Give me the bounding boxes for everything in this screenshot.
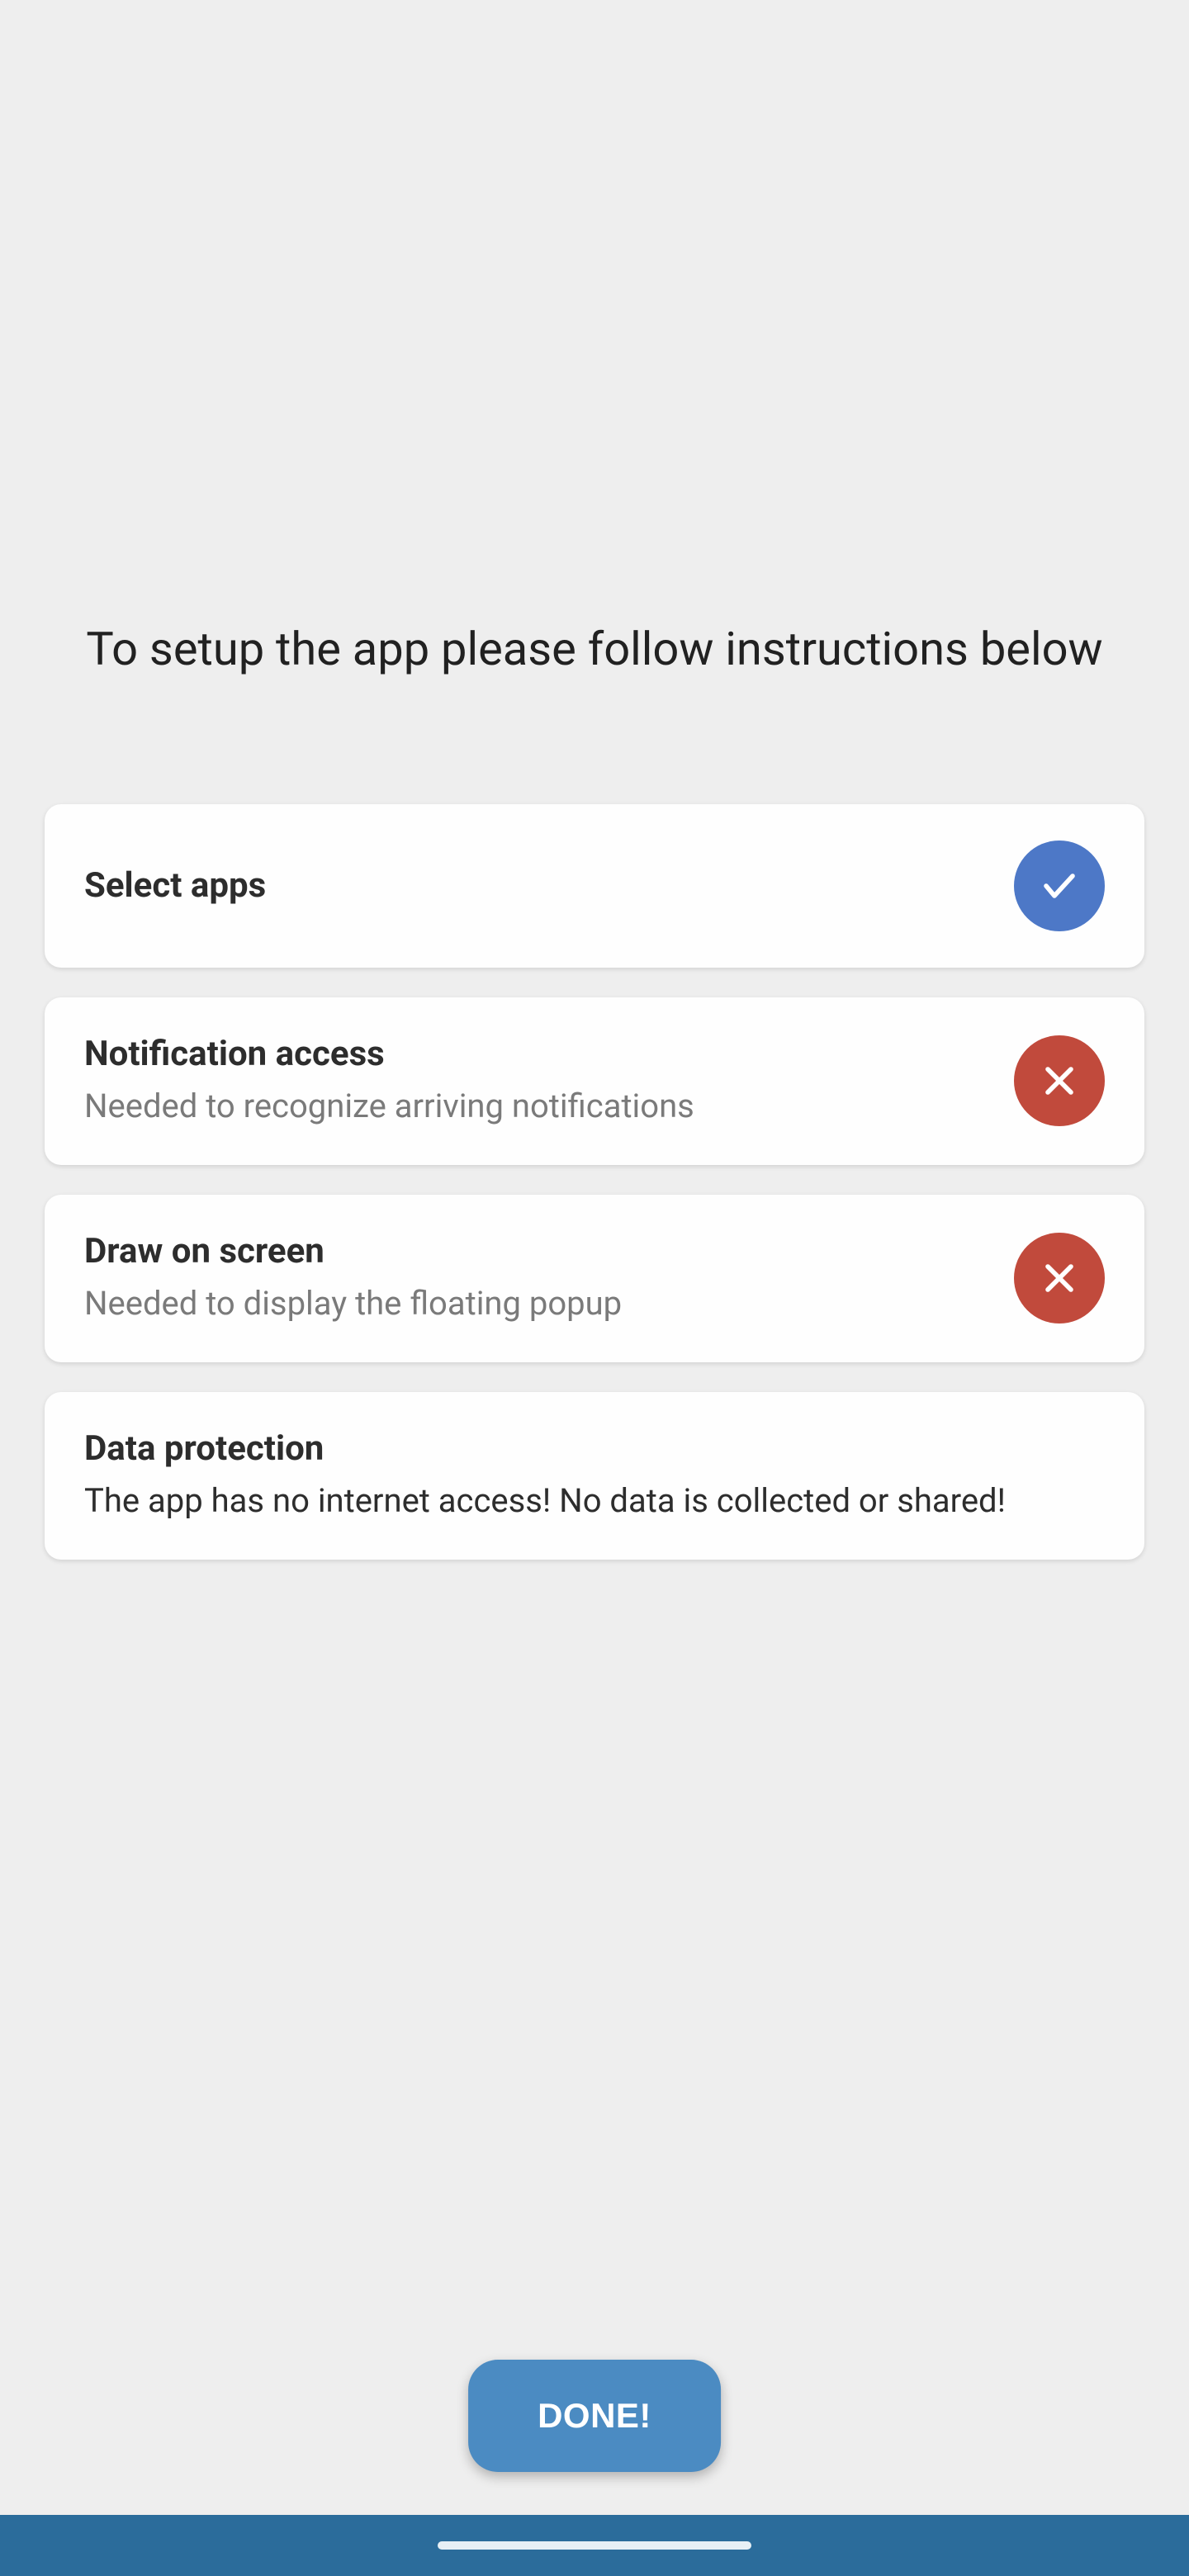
card-title: Select apps xyxy=(84,865,991,906)
card-title: Notification access xyxy=(84,1034,991,1074)
nav-handle[interactable] xyxy=(438,2541,751,2550)
done-button[interactable]: DONE! xyxy=(468,2360,721,2472)
setup-heading: To setup the app please follow instructi… xyxy=(45,619,1144,680)
card-data-protection: Data protection The app has no internet … xyxy=(45,1392,1144,1560)
checkmark-icon xyxy=(1014,841,1105,931)
cross-icon xyxy=(1014,1035,1105,1126)
card-title: Data protection xyxy=(84,1428,1105,1469)
card-subtitle: The app has no internet access! No data … xyxy=(84,1479,1105,1523)
card-select-apps[interactable]: Select apps xyxy=(45,804,1144,968)
cross-icon xyxy=(1014,1233,1105,1324)
card-notification-access[interactable]: Notification access Needed to recognize … xyxy=(45,997,1144,1165)
card-draw-on-screen[interactable]: Draw on screen Needed to display the flo… xyxy=(45,1195,1144,1362)
card-subtitle: Needed to display the floating popup xyxy=(84,1281,991,1326)
card-subtitle: Needed to recognize arriving notificatio… xyxy=(84,1084,991,1129)
setup-card-list: Select apps Notification access Needed t… xyxy=(45,804,1144,1560)
card-title: Draw on screen xyxy=(84,1231,991,1271)
system-nav-bar xyxy=(0,2515,1189,2576)
